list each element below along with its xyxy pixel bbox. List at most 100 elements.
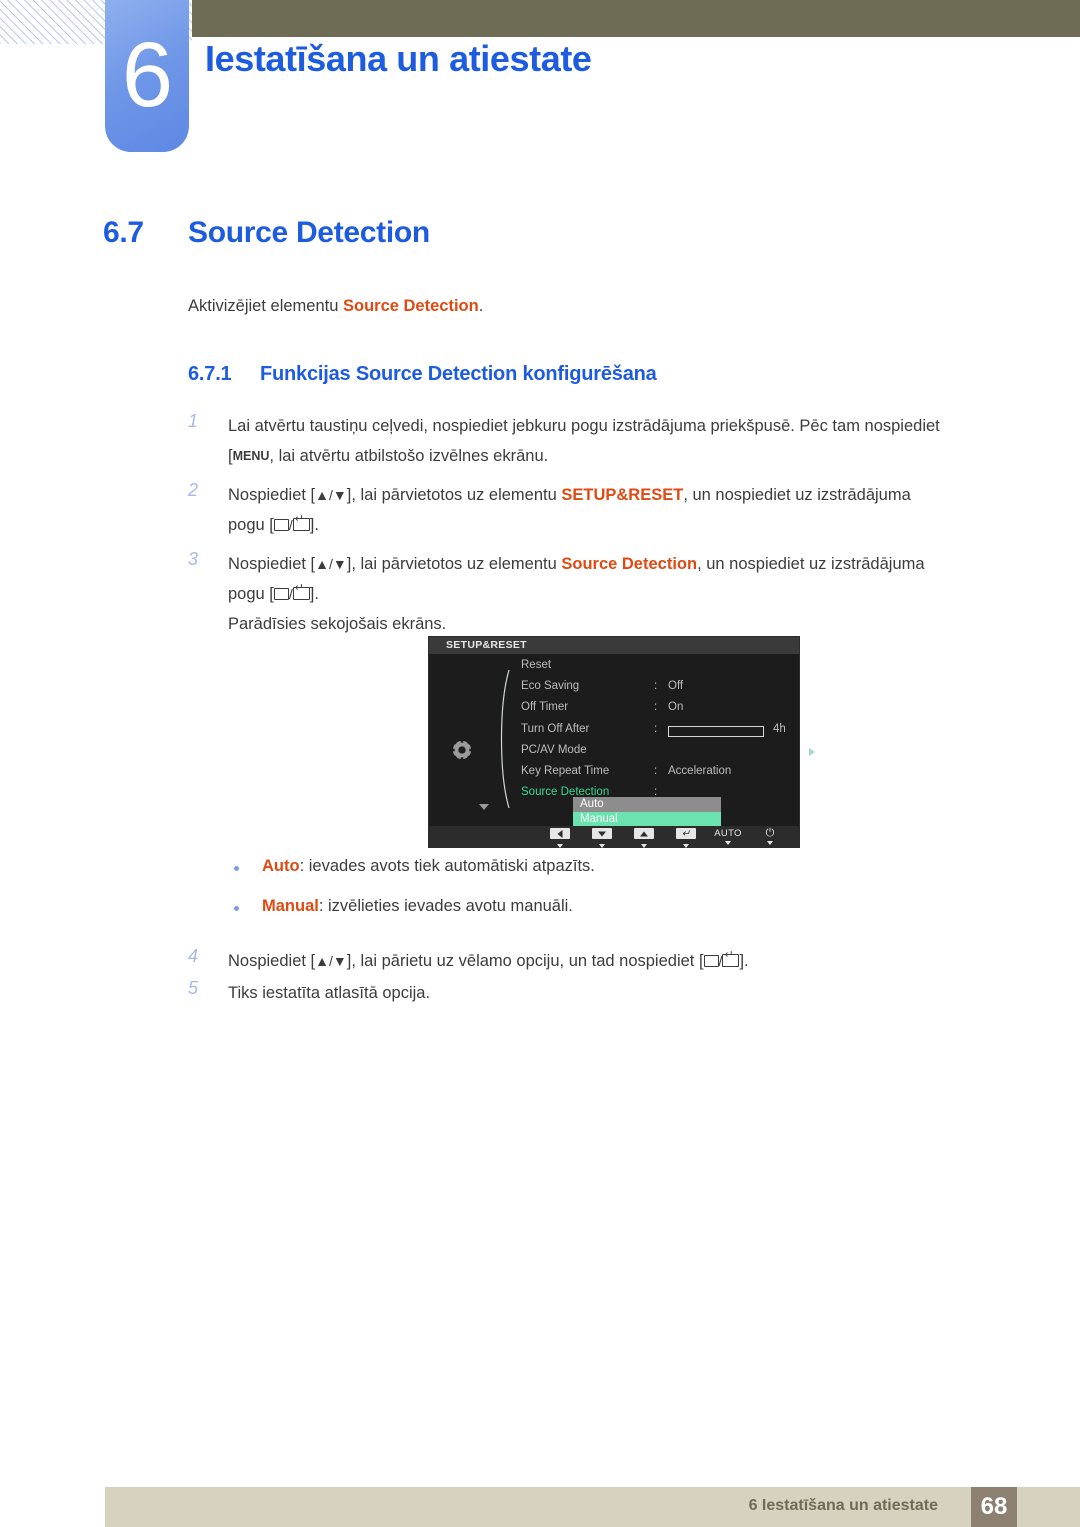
step-2-index: 2 [188, 480, 199, 500]
osd-title: SETUP&RESET [429, 637, 799, 654]
section-heading: 6.7 Source Detection [103, 216, 430, 250]
step-4-text: Nospiediet [▲/▼], lai pārietu uz vēlamo … [228, 946, 998, 976]
button-tick-icon [767, 841, 773, 845]
osd-row-colon: : [654, 764, 658, 777]
osd-row-label: Key Repeat Time [521, 764, 610, 777]
osd-row-label: PC/AV Mode [521, 743, 587, 756]
step-5: 5 Tiks iestatīta atlasītā opcija. [188, 978, 998, 1008]
scroll-down-caret-icon[interactable] [479, 804, 489, 810]
osd-screenshot: SETUP&RESET Reset Eco Saving: Off Off T… [428, 636, 815, 848]
button-tick-icon [557, 844, 563, 848]
osd-row-value: Acceleration [668, 764, 732, 777]
osd-enter-button[interactable]: ↵ [665, 826, 707, 848]
bullet-auto: Auto: ievades avots tiek automātiski atp… [234, 857, 934, 876]
submenu-arrow-icon [809, 747, 815, 756]
procedure-steps-continued: 4 Nospiediet [▲/▼], lai pārietu uz vēlam… [188, 946, 998, 1010]
popup-option-auto[interactable]: Auto [573, 797, 721, 812]
bullet-manual: Manual: izvēlieties ievades avotu manuāl… [234, 897, 934, 916]
auto-label: AUTO [714, 828, 742, 839]
step-1-text: Lai atvērtu taustiņu ceļvedi, nospiediet… [228, 417, 940, 465]
source-box-icon [273, 588, 289, 600]
bullet-auto-desc: : ievades avots tiek automātiski atpazīt… [299, 857, 595, 875]
up-down-arrow-icon: ▲/▼ [315, 953, 347, 969]
step-4-index: 4 [188, 946, 199, 966]
step-5-index: 5 [188, 978, 199, 998]
osd-row-value: 4h [773, 722, 786, 735]
osd-row-off-timer[interactable]: Off Timer : On [521, 701, 799, 722]
step-2-text-d: pogu [ [228, 516, 274, 534]
step-4-text-b: ], lai pārietu uz vēlamo opciju, un tad … [346, 952, 704, 970]
bullet-manual-desc: : izvēlieties ievades avotu manuāli. [318, 897, 573, 915]
osd-row-eco-saving[interactable]: Eco Saving : Off [521, 680, 799, 701]
step-2-text-e: ]. [309, 516, 319, 534]
osd-left-button[interactable] [539, 826, 581, 848]
chapter-number-badge: 6 [105, 0, 189, 152]
step-2-text-a: Nospiediet [ [228, 486, 316, 504]
step-2: 2 Nospiediet [▲/▼], lai pārvietotos uz e… [188, 480, 998, 540]
page-number-box: 68 [971, 1487, 1017, 1527]
osd-row-label: Eco Saving [521, 680, 580, 693]
button-tick-icon [599, 844, 605, 848]
left-arrow-icon [550, 828, 570, 839]
osd-row-value: Off [668, 680, 684, 693]
osd-button-group: ↵ AUTO ⏻ [539, 826, 791, 848]
source-box-icon [273, 519, 289, 531]
osd-menu-rows: Reset Eco Saving : Off Off Timer : On Tu… [521, 659, 815, 807]
osd-row-reset[interactable]: Reset [521, 659, 799, 680]
button-tick-icon [725, 841, 731, 845]
step-2-text-c: , un nospiediet uz izstrādājuma [683, 486, 911, 504]
power-icon: ⏻ [765, 827, 775, 839]
step-4-text-c: ]. [739, 952, 749, 970]
osd-power-button[interactable]: ⏻ [749, 826, 791, 845]
option-descriptions: Auto: ievades avots tiek automātiski atp… [234, 857, 934, 937]
up-down-arrow-icon: ▲/▼ [315, 556, 347, 572]
step-1-text-b: , lai atvērtu atbilstošo izvēlnes ekrānu… [269, 447, 549, 465]
popup-option-manual[interactable]: Manual [573, 812, 721, 827]
step-5-text: Tiks iestatīta atlasītā opcija. [228, 984, 431, 1002]
osd-up-button[interactable] [623, 826, 665, 848]
footer-chapter-label: 6 Iestatīšana un atiestate [748, 1497, 938, 1514]
subsection-number: 6.7.1 [188, 363, 232, 385]
step-1: 1 Lai atvērtu taustiņu ceļvedi, nospiedi… [188, 411, 998, 471]
button-tick-icon [641, 844, 647, 848]
step-3-highlight: Source Detection [561, 555, 698, 573]
lead-suffix: . [478, 297, 484, 315]
up-down-arrow-icon: ▲/▼ [315, 487, 347, 503]
bullet-dot-icon [234, 906, 239, 911]
osd-row-label: Off Timer [521, 701, 569, 714]
gear-icon [451, 739, 473, 761]
step-3-index: 3 [188, 549, 199, 569]
menu-divider-curve [500, 669, 510, 809]
osd-row-turn-off-after[interactable]: Turn Off After : 4h [521, 723, 799, 744]
osd-row-label: Reset [521, 659, 552, 671]
down-arrow-icon [592, 828, 612, 839]
enter-key-icon [292, 514, 310, 531]
osd-auto-button[interactable]: AUTO [707, 826, 749, 845]
osd-row-key-repeat-time[interactable]: Key Repeat Time : Acceleration [521, 765, 799, 786]
step-3: 3 Nospiediet [▲/▼], lai pārvietotos uz e… [188, 549, 998, 639]
menu-keycap: MENU [232, 449, 270, 463]
enter-key-icon [722, 950, 740, 967]
source-box-icon [703, 955, 719, 967]
procedure-steps: 1 Lai atvērtu taustiņu ceļvedi, nospiedi… [188, 411, 998, 648]
step-2-text-b: ], lai pārvietotos uz elementu [346, 486, 562, 504]
turn-off-after-slider[interactable] [668, 725, 764, 737]
section-title: Source Detection [188, 216, 430, 249]
header-olive-bar [192, 0, 1080, 37]
osd-down-button[interactable] [581, 826, 623, 848]
osd-row-pc-av-mode[interactable]: PC/AV Mode [521, 743, 815, 765]
osd-button-bar: ↵ AUTO ⏻ [429, 826, 799, 848]
step-2-highlight: SETUP&RESET [561, 486, 684, 504]
step-3-text: Nospiediet [▲/▼], lai pārvietotos uz ele… [228, 549, 998, 609]
osd-row-label: Turn Off After [521, 722, 590, 735]
osd-body: Reset Eco Saving : Off Off Timer : On Tu… [429, 654, 815, 827]
button-tick-icon [683, 844, 689, 848]
bullet-auto-term: Auto [262, 857, 300, 875]
source-detection-popup[interactable]: Auto Manual [573, 797, 721, 827]
chapter-title: Iestatīšana un atiestate [205, 38, 592, 79]
step-3-text-c: , un nospiediet uz izstrādājuma [697, 555, 925, 573]
bullet-manual-text: Manual: izvēlieties ievades avotu manuāl… [262, 897, 573, 915]
step-1-text-a: Lai atvērtu taustiņu ceļvedi, nospiediet… [228, 417, 940, 435]
step-2-text: Nospiediet [▲/▼], lai pārvietotos uz ele… [228, 480, 998, 540]
step-3-note: Parādīsies sekojošais ekrāns. [228, 615, 447, 633]
